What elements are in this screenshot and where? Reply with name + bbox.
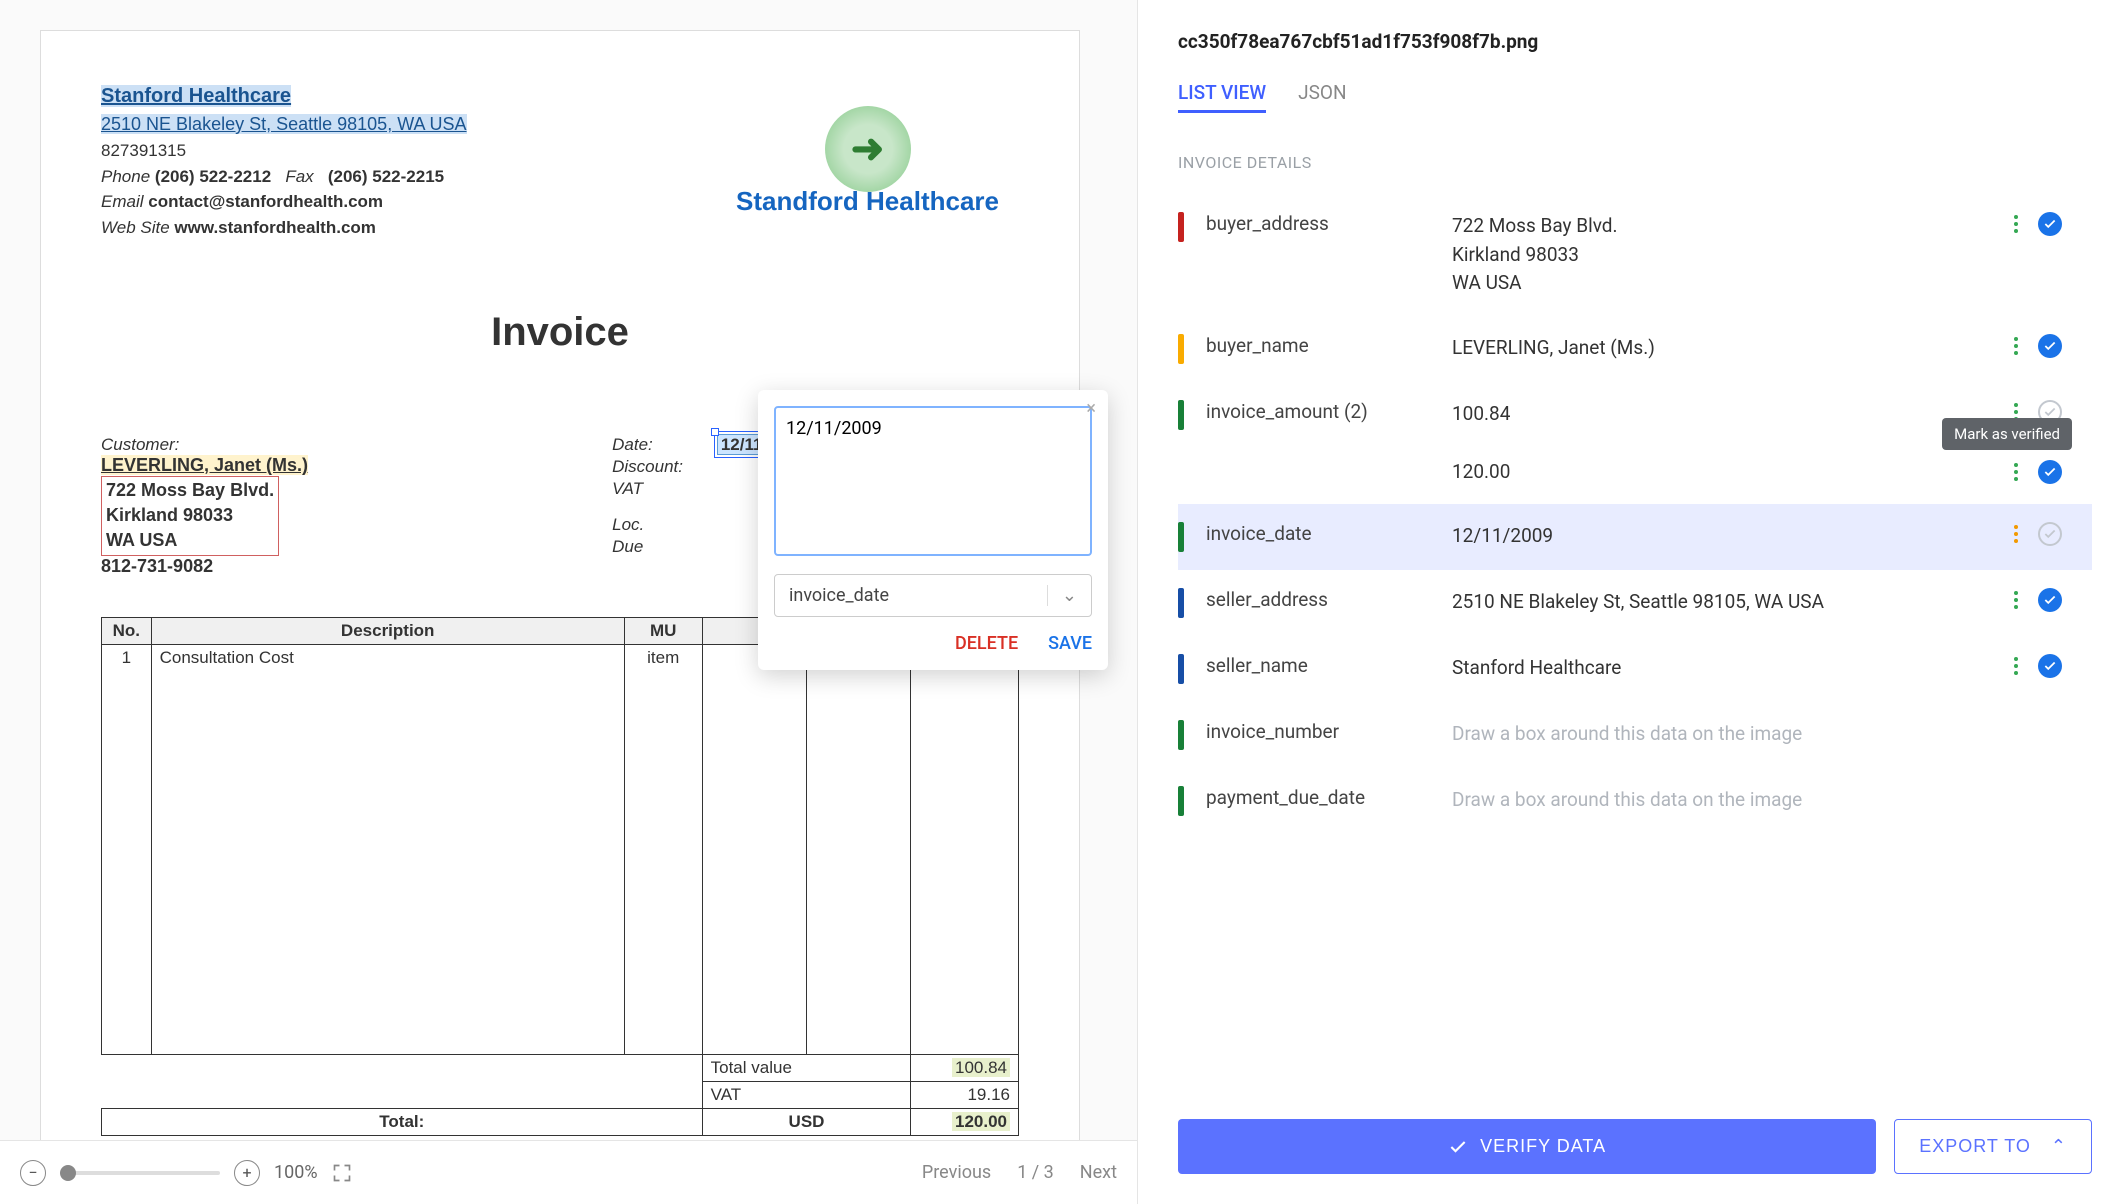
color-bar (1178, 720, 1184, 750)
more-icon[interactable] (2014, 337, 2018, 355)
field-seller-address[interactable]: seller_address 2510 NE Blakeley St, Seat… (1178, 570, 2092, 636)
invoice-table: No. Description MU 1 Consultation Cost i… (101, 617, 1019, 1136)
tab-list-view[interactable]: LIST VIEW (1178, 81, 1266, 113)
tab-json[interactable]: JSON (1298, 81, 1346, 113)
verify-data-button[interactable]: VERIFY DATA (1178, 1119, 1876, 1174)
field-type-select[interactable]: invoice_date ⌄ (774, 574, 1092, 617)
page-indicator: 1 / 3 (1017, 1162, 1054, 1183)
sender-address: 2510 NE Blakeley St, Seattle 98105, WA U… (101, 114, 467, 134)
field-invoice-number[interactable]: invoice_number Draw a box around this da… (1178, 702, 2092, 768)
more-icon[interactable] (2014, 657, 2018, 675)
expand-icon[interactable] (332, 1163, 352, 1183)
more-icon[interactable] (2014, 591, 2018, 609)
verify-button[interactable] (2038, 522, 2062, 546)
customer-name: LEVERLING, Janet (Ms.) (101, 455, 308, 475)
chevron-down-icon: ⌄ (1047, 585, 1077, 606)
annotation-popover: × invoice_date ⌄ DELETE SAVE (758, 390, 1108, 670)
invoice-title: Invoice (101, 310, 1019, 355)
zoom-in-button[interactable]: + (234, 1160, 260, 1186)
verified-icon[interactable] (2038, 588, 2062, 612)
file-name: cc350f78ea767cbf51ad1f753f908f7b.png (1178, 30, 2092, 53)
color-bar (1178, 400, 1184, 430)
color-bar (1178, 212, 1184, 242)
verified-icon[interactable] (2038, 460, 2062, 484)
zoom-slider[interactable] (60, 1171, 220, 1175)
arrow-icon: ➜ (851, 126, 885, 172)
field-payment-due-date[interactable]: payment_due_date Draw a box around this … (1178, 768, 2092, 834)
field-invoice-amount-2[interactable]: 120.00 Mark as verified (1178, 448, 2092, 505)
next-button[interactable]: Next (1080, 1162, 1117, 1183)
customer-block: Customer: LEVERLING, Janet (Ms.) 722 Mos… (101, 435, 308, 577)
close-icon[interactable]: × (1086, 398, 1096, 419)
field-buyer-name[interactable]: buyer_name LEVERLING, Janet (Ms.) (1178, 316, 2092, 382)
details-panel: cc350f78ea767cbf51ad1f753f908f7b.png LIS… (1138, 0, 2112, 1204)
bottom-actions: VERIFY DATA EXPORT TO ⌃ (1178, 1099, 2092, 1174)
logo: ➜ Standford Healthcare (736, 106, 999, 217)
verified-icon[interactable] (2038, 654, 2062, 678)
verified-icon[interactable] (2038, 212, 2062, 236)
field-buyer-address[interactable]: buyer_address 722 Moss Bay Blvd. Kirklan… (1178, 194, 2092, 316)
color-bar (1178, 522, 1184, 552)
color-bar (1178, 654, 1184, 684)
fields-list: buyer_address 722 Moss Bay Blvd. Kirklan… (1178, 194, 2092, 1099)
customer-address: 722 Moss Bay Blvd. Kirkland 98033 WA USA (101, 476, 279, 556)
sender-name: Stanford Healthcare (101, 85, 291, 107)
field-invoice-date[interactable]: invoice_date 12/11/2009 (1178, 504, 2092, 570)
zoom-out-button[interactable]: − (20, 1160, 46, 1186)
tabs: LIST VIEW JSON (1178, 81, 2092, 113)
delete-button[interactable]: DELETE (955, 633, 1018, 654)
more-icon[interactable] (2014, 463, 2018, 481)
viewer-footer: − + 100% Previous 1 / 3 Next (0, 1140, 1137, 1204)
previous-button[interactable]: Previous (922, 1162, 991, 1183)
color-bar (1178, 588, 1184, 618)
field-seller-name[interactable]: seller_name Stanford Healthcare (1178, 636, 2092, 702)
save-button[interactable]: SAVE (1048, 633, 1092, 654)
zoom-level: 100% (274, 1162, 318, 1183)
chevron-up-icon: ⌃ (2051, 1136, 2067, 1157)
annotation-value-input[interactable] (774, 406, 1092, 556)
section-title: INVOICE DETAILS (1178, 153, 2092, 172)
color-bar (1178, 786, 1184, 816)
more-icon[interactable] (2014, 525, 2018, 543)
color-bar (1178, 334, 1184, 364)
document-viewer-panel: Stanford Healthcare 2510 NE Blakeley St,… (0, 0, 1138, 1204)
more-icon[interactable] (2014, 215, 2018, 233)
tooltip-verify: Mark as verified (1942, 418, 2072, 450)
verified-icon[interactable] (2038, 334, 2062, 358)
document-viewer[interactable]: Stanford Healthcare 2510 NE Blakeley St,… (0, 0, 1137, 1140)
sender-web-row: Web Site www.stanfordhealth.com (101, 215, 1019, 241)
export-to-button[interactable]: EXPORT TO ⌃ (1894, 1119, 2092, 1174)
